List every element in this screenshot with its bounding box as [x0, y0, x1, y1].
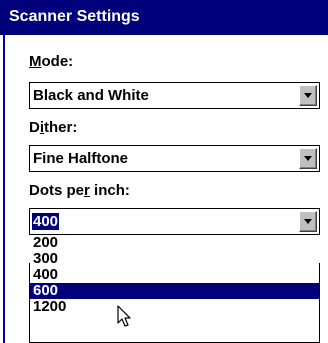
- mode-label: Mode:: [29, 53, 73, 70]
- scanner-settings-window: Scanner Settings Mode: Black and White D…: [0, 0, 328, 343]
- dither-dropdown-button[interactable]: [299, 148, 317, 169]
- dpi-dropdown[interactable]: 400: [29, 208, 320, 235]
- window-title: Scanner Settings: [9, 8, 140, 25]
- dither-label-prefix: D: [29, 119, 40, 136]
- dpi-option[interactable]: 200: [30, 235, 319, 251]
- chevron-down-icon: [304, 93, 312, 98]
- title-bar: Scanner Settings: [0, 0, 328, 35]
- mouse-pointer-icon: [117, 305, 131, 327]
- dpi-options-list[interactable]: 200 300 400 600 1200: [29, 235, 320, 343]
- dither-dropdown[interactable]: Fine Halftone: [29, 145, 320, 172]
- dpi-option[interactable]: 300: [30, 251, 319, 267]
- dpi-option-highlighted[interactable]: 600: [30, 283, 319, 299]
- chevron-down-icon: [304, 219, 312, 224]
- dpi-label-prefix: Dots pe: [29, 182, 85, 199]
- dither-label: Dither:: [29, 119, 77, 136]
- mode-dropdown-button[interactable]: [299, 85, 317, 106]
- dither-value: Fine Halftone: [33, 150, 129, 167]
- dpi-label-rest: inch:: [89, 182, 130, 199]
- panel-left-border: [3, 35, 5, 343]
- mode-label-rest: ode:: [41, 53, 74, 70]
- dpi-value[interactable]: 400: [32, 213, 60, 230]
- chevron-down-icon: [304, 156, 312, 161]
- dpi-label: Dots per inch:: [29, 182, 130, 199]
- dpi-dropdown-button[interactable]: [299, 211, 317, 232]
- dpi-option[interactable]: 1200: [30, 299, 319, 315]
- dpi-option[interactable]: 400: [30, 267, 319, 283]
- dither-label-rest: ther:: [44, 119, 78, 136]
- mode-dropdown[interactable]: Black and White: [29, 82, 320, 109]
- mode-value: Black and White: [33, 87, 149, 104]
- mode-label-mnemonic: M: [29, 53, 42, 70]
